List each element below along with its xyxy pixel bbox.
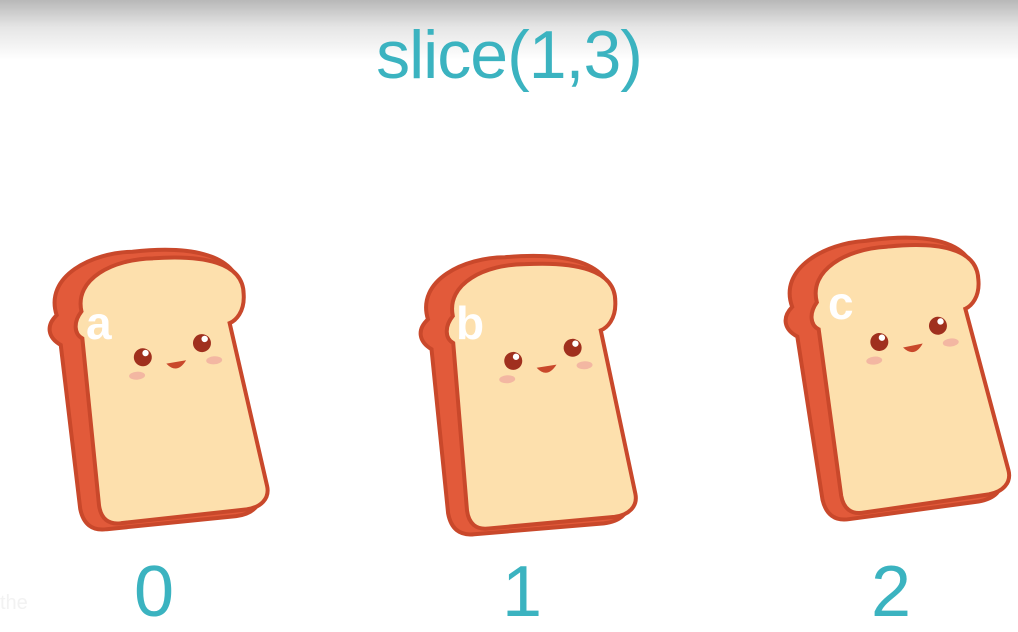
index-label-2: 2 <box>870 552 912 632</box>
toast-letter-0: a <box>86 297 112 349</box>
toast-icon <box>418 253 638 537</box>
toast-letter-2: c <box>828 277 854 329</box>
toast-item-1: b <box>412 244 652 544</box>
toast-item-0: a <box>42 238 282 538</box>
toast-item-2: c <box>780 226 1018 526</box>
toast-icon <box>783 235 1012 522</box>
index-label-1: 1 <box>501 552 543 632</box>
slide-title: slice(1,3) <box>376 17 643 93</box>
toast-icon <box>47 247 270 532</box>
caption-fragment: the <box>0 592 28 614</box>
index-label-0: 0 <box>133 552 175 632</box>
toast-letter-1: b <box>456 297 485 349</box>
